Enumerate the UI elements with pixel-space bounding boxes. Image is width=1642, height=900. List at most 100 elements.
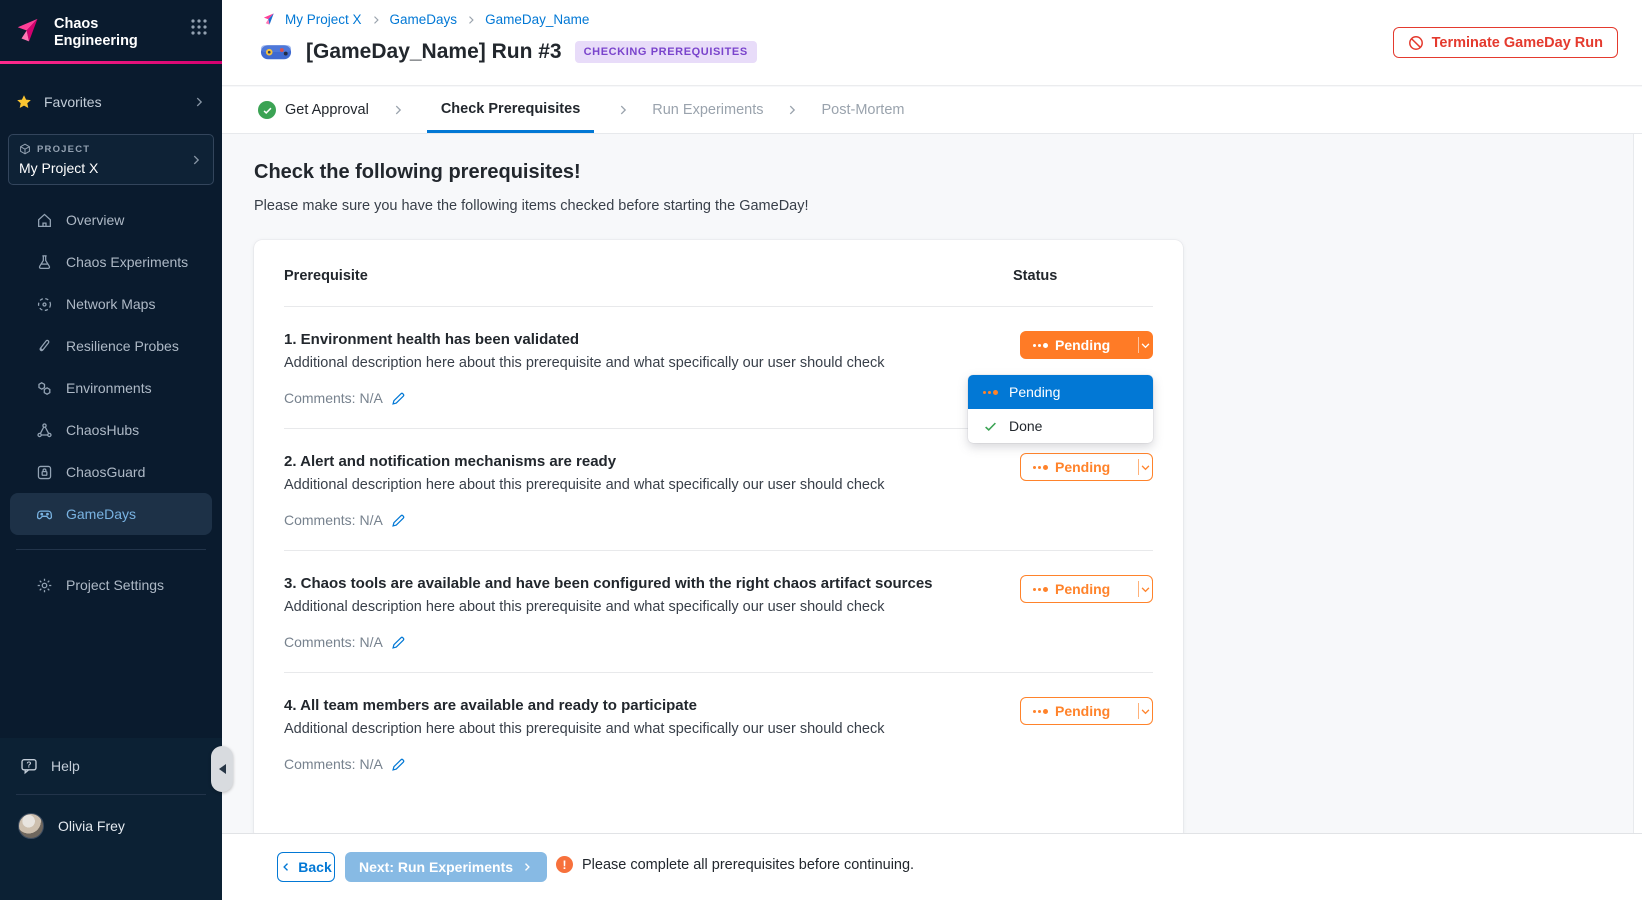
status-dropdown-button[interactable]: Pending [1020,453,1153,481]
sidebar-item-resilience-probes[interactable]: Resilience Probes [10,325,212,367]
favorites-label: Favorites [44,94,102,110]
content-heading: Check the following prerequisites! [254,161,581,184]
sidebar: Chaos Engineering Favorites [0,0,222,900]
breadcrumb-link-gameday-name[interactable]: GameDay_Name [485,12,589,27]
chevron-down-icon [1139,705,1152,718]
sidebar-item-chaosguard[interactable]: ChaosGuard [10,451,212,493]
collapse-left-icon [219,764,226,774]
sidebar-item-label: Environments [66,380,152,396]
table-row: 3. Chaos tools are available and have be… [284,551,1153,673]
status-dropdown-button[interactable]: Pending [1020,331,1153,359]
app-window: Chaos Engineering Favorites [0,0,1642,900]
step-run-experiments[interactable]: Run Experiments [652,87,763,133]
sidebar-bottom: ? Help Olivia Frey [0,738,222,900]
sidebar-item-chaos-experiments[interactable]: Chaos Experiments [10,241,212,283]
step-get-approval[interactable]: Get Approval [258,87,369,133]
terminate-gameday-button[interactable]: Terminate GameDay Run [1393,27,1618,58]
cube-icon [19,143,31,155]
page-title: [GameDay_Name] Run #3 [306,40,562,64]
chat-help-icon: ? [20,757,38,775]
project-name: My Project X [19,160,98,176]
sidebar-item-network-maps[interactable]: Network Maps [10,283,212,325]
user-name: Olivia Frey [58,818,125,834]
scrollbar-track[interactable] [1633,134,1642,833]
chevron-right-icon [616,87,630,133]
warning-text: Please complete all prerequisites before… [582,857,914,873]
back-button[interactable]: Back [277,852,335,882]
sidebar-header: Chaos Engineering [0,0,222,61]
gamepad-icon [36,506,53,523]
sidebar-collapse-handle[interactable] [211,746,233,792]
next-run-experiments-button[interactable]: Next: Run Experiments [345,852,547,882]
sidebar-item-label: Chaos Experiments [66,254,188,270]
column-prerequisite: Prerequisite [284,268,368,284]
sidebar-item-label: GameDays [66,506,136,522]
comments-label: Comments: N/A [284,634,383,650]
user-menu[interactable]: Olivia Frey [0,795,222,857]
sidebar-item-label: Overview [66,212,124,228]
sidebar-item-gamedays[interactable]: GameDays [10,493,212,535]
step-post-mortem[interactable]: Post-Mortem [821,87,904,133]
sidebar-menu: Overview Chaos Experiments Network Maps … [0,199,222,535]
chevron-down-icon [1139,339,1152,352]
chevron-right-icon [465,14,477,26]
sidebar-item-project-settings[interactable]: Project Settings [0,564,222,606]
help-button[interactable]: ? Help [0,738,222,794]
sidebar-item-favorites[interactable]: Favorites [0,80,222,124]
gear-icon [36,577,53,594]
breadcrumb-link-gamedays[interactable]: GameDays [390,12,458,27]
flask-icon [36,254,53,271]
comments-label: Comments: N/A [284,756,383,772]
dropdown-option-done[interactable]: Done [968,409,1153,443]
edit-pencil-icon[interactable] [391,635,406,650]
project-selector[interactable]: PROJECT My Project X [8,134,214,185]
avatar [18,813,44,839]
table-row: 1. Environment health has been validated… [284,307,1153,429]
table-row: 4. All team members are available and re… [284,673,1153,795]
gamepad-emoji-icon [260,41,293,63]
nine-dot-grid-icon[interactable] [190,18,208,36]
sidebar-item-label: ChaosHubs [66,422,139,438]
sidebar-item-overview[interactable]: Overview [10,199,212,241]
project-label: PROJECT [37,144,90,155]
probe-icon [36,338,53,355]
pending-dots-icon [1033,587,1048,592]
content-subheading: Please make sure you have the following … [254,198,809,214]
step-check-prerequisites[interactable]: Check Prerequisites [427,87,594,133]
column-status: Status [1013,268,1153,284]
chevron-right-icon [391,87,405,133]
chevron-right-icon [370,14,382,26]
pending-dots-icon [1033,465,1048,470]
svg-text:?: ? [26,760,31,770]
stepper: Get Approval Check Prerequisites Run Exp… [222,87,1642,134]
app-title: Chaos Engineering [54,16,150,49]
dropdown-option-pending[interactable]: Pending [968,375,1153,409]
environments-icon [36,380,53,397]
sidebar-item-label: Project Settings [66,577,164,593]
table-row: 2. Alert and notification mechanisms are… [284,429,1153,551]
lock-icon [36,464,53,481]
status-dropdown-button[interactable]: Pending [1020,575,1153,603]
footer-bar: Back Next: Run Experiments ! Please comp… [222,833,1642,900]
footer-warning: ! Please complete all prerequisites befo… [556,856,914,873]
sidebar-item-environments[interactable]: Environments [10,367,212,409]
sidebar-item-chaoshubs[interactable]: ChaosHubs [10,409,212,451]
breadcrumb-link-project[interactable]: My Project X [285,12,362,27]
alert-icon: ! [556,856,573,873]
status-dropdown-button[interactable]: Pending [1020,697,1153,725]
status-badge: CHECKING PREREQUISITES [575,41,757,63]
chevron-right-icon [189,153,203,167]
table-header: Prerequisite Status [284,240,1153,307]
edit-pencil-icon[interactable] [391,513,406,528]
main-area: My Project X GameDays GameDay_Name [222,0,1642,900]
edit-pencil-icon[interactable] [391,757,406,772]
chaos-module-icon [14,16,44,46]
brand-divider [0,61,222,64]
edit-pencil-icon[interactable] [391,391,406,406]
chevron-right-icon [785,87,799,133]
pending-dots-icon [1033,709,1048,714]
home-icon [36,212,53,229]
sidebar-divider [16,549,206,550]
title-row: [GameDay_Name] Run #3 CHECKING PREREQUIS… [260,40,757,64]
check-circle-icon [258,101,276,119]
